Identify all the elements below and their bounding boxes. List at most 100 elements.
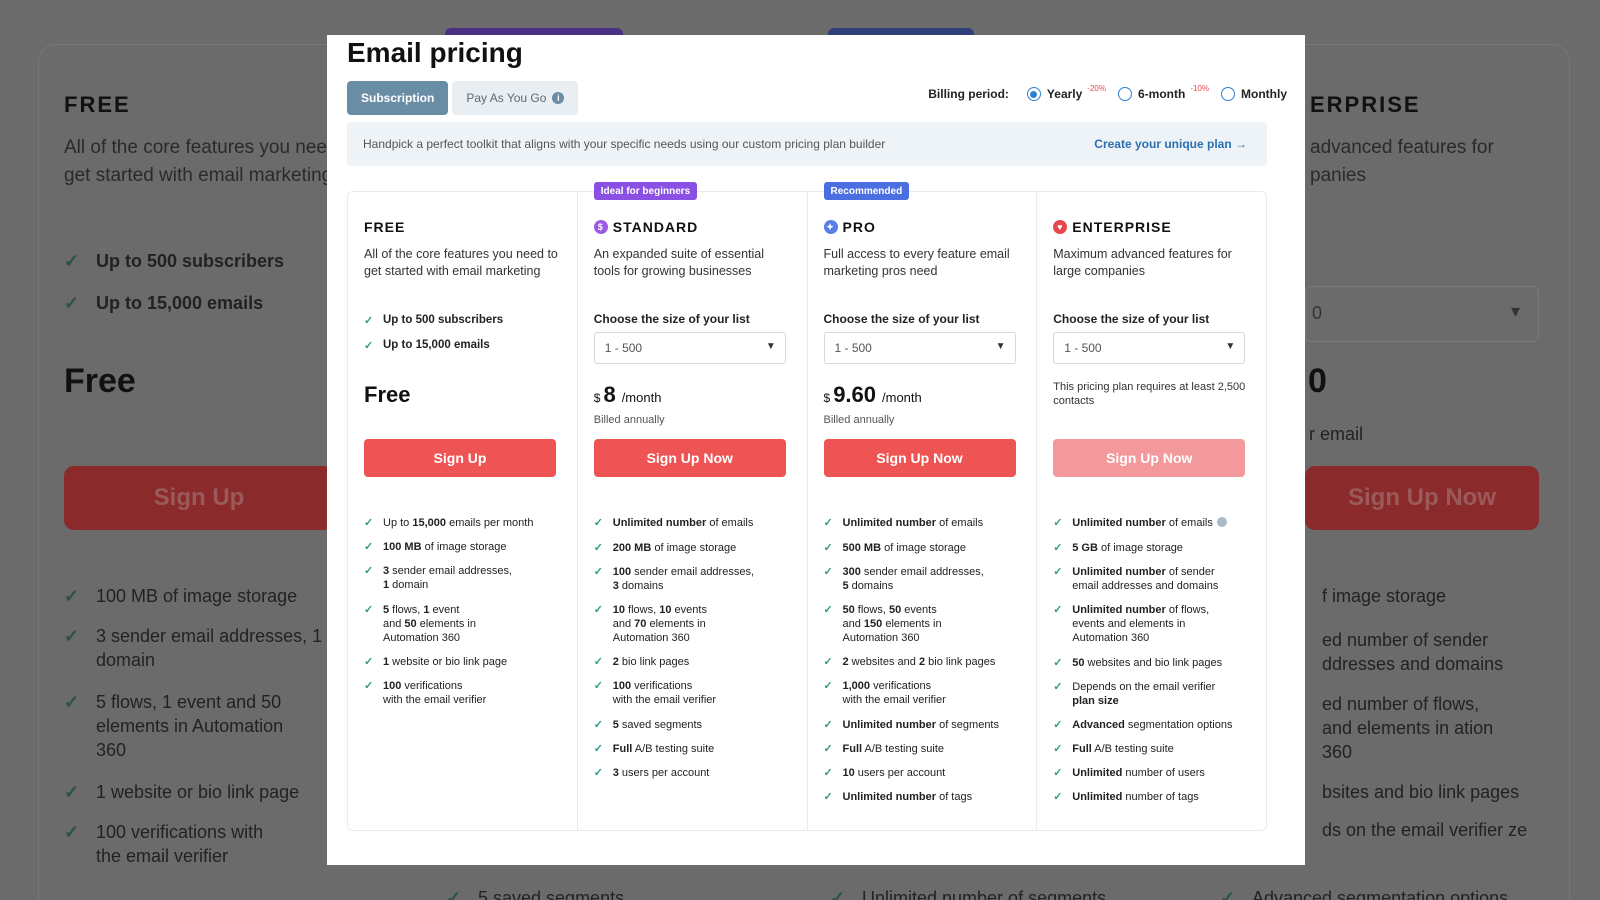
feature-item: ✓ Depends on the email verifier plan size [1053,681,1216,707]
plans-grid: FREE All of the core features you need t… [347,182,1267,831]
feature-item: ✓ 5 flows, 1 event and 50 elements in Autom… [364,604,476,644]
tab-subscription[interactable]: Subscription [347,81,449,115]
info-icon[interactable] [1216,517,1227,527]
sign-up-now-button[interactable]: Sign Up Now [823,439,1016,477]
check-icon: ✓ [593,767,603,779]
check-icon: ✓ [823,743,833,755]
check-icon: ✓ [593,517,603,529]
create-unique-plan-link[interactable]: Create your unique plan → [1094,137,1247,151]
pricing-tabs: Subscription Pay As You Go i [347,81,579,115]
list-size-label: Choose the size of your list [823,312,980,326]
bg-feature: 1 website or bio link page [64,780,324,804]
feature-item: ✓ 100 verifications with the email verifie… [593,680,717,706]
limit-item: ✓ Up to 15,000 emails [364,339,490,352]
plan-desc: Full access to every feature email marke… [823,247,1010,278]
bg-price: Free [64,362,136,400]
plan-pro: Recommended ✦ PRO Full access to every fe… [808,182,1038,830]
check-icon: ✓ [823,604,833,616]
feature-item: ✓ 500 MB of image storage [823,542,967,554]
contacts-requirement-note: This pricing plan requires at least 2,50… [1053,381,1246,407]
feature-item: ✓ 10 flows, 10 events and 70 elements in Au… [593,604,707,644]
feature-item: ✓ 50 websites and bio link pages [1053,657,1223,669]
bg-feature: 5 saved segments [446,886,646,900]
check-icon: ✓ [364,517,374,529]
feature-item: ✓ 100 verifications with the email verifie… [364,680,487,706]
check-icon: ✓ [1053,791,1063,803]
sign-up-button[interactable]: Sign Up [364,439,556,477]
feature-item: ✓ Full A/B testing suite [593,743,715,755]
check-icon: ✓ [364,541,374,553]
billing-period: Billing period: Yearly -20% 6-month -10%… [928,83,1287,101]
feature-item: ✓ Unlimited number of sender email address… [1053,566,1219,592]
bg-plan-title: FREE [64,92,131,117]
check-icon: ✓ [364,315,374,327]
billing-option-yearly[interactable]: Yearly [1026,87,1082,101]
feature-item: ✓ 200 MB of image storage [593,542,737,554]
feature-item: ✓ 1 website or bio link page [364,656,508,668]
feature-item: ✓ Unlimited number of emails [1053,516,1256,530]
bg-feature: 100 verifications with the email verifie… [64,820,284,868]
tab-pay-as-you-go[interactable]: Pay As You Go i [452,81,579,115]
check-icon: ✓ [823,542,833,554]
billed-note: Billed annually [823,414,895,426]
radio-yearly[interactable] [1026,87,1041,101]
list-size-label: Choose the size of your list [593,312,750,326]
bg-sign-up-button: Sign Up [64,466,334,530]
check-icon: ✓ [593,656,603,668]
bg-feature: ds on the email verifier ze [1290,818,1530,842]
bg-limit-item: Up to 500 subscribers [64,249,284,273]
plan-badge: Ideal for beginners [593,182,698,200]
feature-item: ✓ Unlimited number of emails [823,517,984,529]
check-icon: ✓ [1053,604,1063,616]
bg-price: 0 [1308,362,1327,400]
feature-item: ✓ 300 sender email addresses, 5 domains [823,566,984,592]
radio-6-month[interactable] [1117,87,1132,101]
billing-period-label: Billing period: [928,87,1009,101]
check-icon: ✓ [1053,517,1063,529]
discount-6-month: -10% [1190,83,1209,93]
feature-item: ✓ 5 GB of image storage [1053,542,1183,554]
limit-item: ✓ Up to 500 subscribers [364,314,504,327]
list-size-select[interactable]: 1 - 500 ▼ [593,332,786,364]
feature-item: ✓ Full A/B testing suite [1053,743,1174,755]
list-size-select[interactable]: 1 - 500 ▼ [823,332,1016,364]
bg-feature: 3 sender email addresses, 1 domain [64,624,334,672]
check-icon: ✓ [593,719,603,731]
bg-feature: 5 flows, 1 event and 50 elements in Auto… [64,690,294,762]
standard-plan-icon: $ [593,220,608,234]
plan-badge: Recommended [823,182,910,200]
sign-up-now-button[interactable]: Sign Up Now [1053,439,1246,477]
check-icon: ✓ [1053,743,1063,755]
billing-option-monthly[interactable]: Monthly [1221,87,1287,101]
bg-feature: 100 MB of image storage [64,584,324,608]
plan-name: FREE [364,219,406,235]
check-icon: ✓ [823,517,833,529]
feature-item: ✓ Up to 15,000 emails per month [364,517,534,529]
list-size-select[interactable]: 1 - 500 ▼ [1053,332,1246,364]
check-icon: ✓ [823,719,833,731]
bg-feature: bsites and bio link pages [1290,780,1550,804]
plan-desc: An expanded suite of essential tools for… [593,247,765,278]
check-icon: ✓ [1053,719,1063,731]
info-icon[interactable]: i [552,92,565,104]
feature-item: ✓ 10 users per account [823,767,946,779]
plan-price: $9.60/month [823,382,922,407]
bg-feature: f image storage [1290,584,1490,608]
feature-item: ✓ 5 saved segments [593,719,703,731]
billing-option-6-month[interactable]: 6-month [1117,87,1185,101]
sign-up-now-button[interactable]: Sign Up Now [593,439,786,477]
feature-item: ✓ 1,000 verifications with the email verif… [823,680,946,706]
check-icon: ✓ [823,767,833,779]
bg-plan-desc: advanced features for panies [1310,137,1494,186]
radio-monthly[interactable] [1221,87,1235,101]
feature-item: ✓ 100 sender email addresses, 3 domains [593,566,755,592]
bg-feature: ed number of flows, and elements in atio… [1290,692,1500,764]
plan-name: ✦ PRO [823,218,1021,236]
banner-text: Handpick a perfect toolkit that aligns w… [363,137,886,151]
feature-item: ✓ Unlimited number of segments [823,719,1000,731]
bg-plan-desc: All of the core features you need to get… [64,137,359,186]
check-icon: ✓ [1053,542,1063,554]
chevron-down-icon: ▼ [1225,341,1236,352]
check-icon: ✓ [1053,657,1063,669]
plan-desc: Maximum advanced features for large comp… [1053,247,1232,278]
